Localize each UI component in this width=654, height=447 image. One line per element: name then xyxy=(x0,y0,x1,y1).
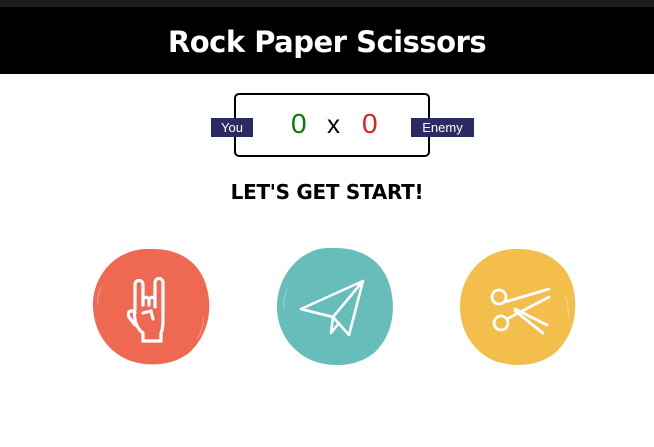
rock-button[interactable] xyxy=(91,247,211,367)
status-message: LET'S GET START! xyxy=(230,180,424,204)
you-badge: You xyxy=(211,118,253,137)
scoreboard: 0 x 0 xyxy=(234,93,430,157)
enemy-score: 0 xyxy=(362,108,378,139)
scissors-button[interactable] xyxy=(457,247,577,367)
top-strip xyxy=(0,0,654,7)
paper-button[interactable] xyxy=(275,247,395,367)
rock-hand-icon xyxy=(126,276,165,343)
you-score: 0 xyxy=(291,108,307,139)
scissors-icon xyxy=(490,287,551,335)
header-bar: Rock Paper Scissors xyxy=(0,7,654,74)
enemy-badge: Enemy xyxy=(411,118,474,137)
page-title: Rock Paper Scissors xyxy=(167,24,487,59)
paper-plane-icon xyxy=(299,279,365,337)
score-separator: x xyxy=(327,109,340,139)
